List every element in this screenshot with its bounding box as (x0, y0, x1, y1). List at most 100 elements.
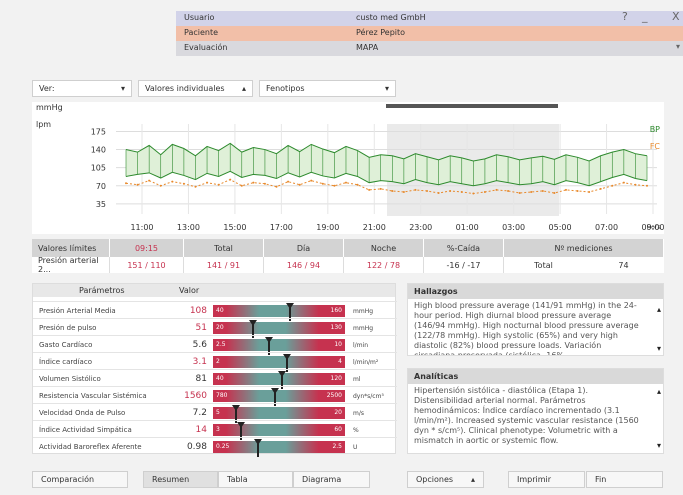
parameter-value: 51 (195, 323, 207, 333)
gauge-marker (237, 422, 246, 440)
parameter-value: 5.6 (192, 340, 207, 350)
x-tick-label: 11:00 (130, 223, 153, 232)
fc-point (252, 181, 255, 184)
parameter-gauge: 40 160 (213, 303, 345, 321)
help-button[interactable]: ? (622, 10, 628, 23)
parameter-value: 1560 (184, 391, 207, 401)
fc-point (472, 192, 475, 195)
diagrama-tab[interactable]: Diagrama (293, 471, 370, 488)
fc-point (622, 181, 625, 184)
fc-point (553, 192, 556, 195)
gauge-min: 2 (216, 358, 220, 365)
limits-day-header: Día (264, 239, 344, 257)
unit-label-mmhg: mmHg (36, 103, 63, 112)
parameter-gauge: 20 130 (213, 320, 345, 338)
limits-row-day: 146 / 94 (264, 257, 344, 273)
gauge-marker (278, 371, 287, 389)
evaluation-key: Evaluación (184, 43, 228, 52)
fc-point (136, 183, 139, 186)
parameter-gauge: 40 120 (213, 371, 345, 389)
gauge-min: 780 (216, 392, 228, 399)
fc-point (171, 180, 174, 183)
gauge-marker (248, 320, 257, 338)
phenotype-label: Fenotipos (266, 84, 305, 93)
analytics-text: Hipertensión sistólica - diastólica (Eta… (414, 386, 639, 445)
gauge-max: 130 (330, 324, 342, 331)
x-tick-label: 15:00 (223, 223, 246, 232)
gauge-marker (285, 303, 294, 321)
header-row-user: Usuario custo med GmbH (176, 11, 683, 26)
findings-scroll-up-icon[interactable]: ▴ (657, 305, 661, 314)
fc-point (368, 188, 371, 191)
findings-text: High blood pressure average (141/91 mmHg… (414, 301, 639, 355)
parameter-value: 0.98 (186, 442, 207, 452)
fc-point (402, 190, 405, 193)
parameter-unit: mmHg (353, 324, 374, 332)
night-range-bar (386, 104, 558, 108)
fc-point (333, 184, 336, 187)
fc-point (263, 182, 266, 185)
fc-point (588, 190, 591, 193)
gauge-min: 20 (216, 324, 224, 331)
analytics-title: Analíticas (408, 369, 663, 384)
parameter-name: Índice cardíaco (39, 358, 92, 366)
gauge-marker (265, 337, 274, 355)
limits-data-row: Presión arterial 2... 151 / 110 141 / 91… (32, 256, 664, 274)
limits-row-value: 151 / 110 (110, 257, 184, 273)
x-unit-label: Hora (647, 224, 662, 231)
fc-point (518, 192, 521, 195)
parameter-name: Resistencia Vascular Sistémica (39, 392, 147, 400)
bp-chart[interactable]: mmHg lpm 175 140 105 70 35 11:00 13:00 15:00 17:00… (32, 102, 665, 234)
fc-point (646, 184, 648, 187)
analytics-scroll-up-icon[interactable]: ▴ (657, 387, 661, 396)
parameter-gauge: 0.25 2.5 (213, 439, 345, 457)
analytics-scroll-down-icon[interactable]: ▾ (657, 441, 661, 450)
parameter-value: 14 (195, 425, 207, 435)
opciones-button[interactable]: Opciones ▴ (407, 471, 484, 488)
parameters-panel: Parámetros Valor Presión Arterial Media 1… (32, 283, 397, 457)
parameter-name: Presión Arterial Media (39, 307, 116, 315)
close-button[interactable]: X (672, 10, 680, 23)
fc-point (125, 182, 127, 185)
x-tick-label: 23:00 (409, 223, 432, 232)
imprimir-button[interactable]: Imprimir (508, 471, 585, 488)
parameter-value: 3.1 (192, 357, 207, 367)
fc-point (194, 185, 197, 188)
findings-scroll-down-icon[interactable]: ▾ (657, 344, 661, 353)
legend-bp: BP (650, 125, 660, 134)
parameter-value: 7.2 (192, 408, 207, 418)
fc-point (611, 184, 614, 187)
findings-panel: Hallazgos High blood pressure average (1… (407, 283, 664, 356)
comparacion-button[interactable]: Comparación (32, 471, 128, 488)
minimize-button[interactable]: _ (642, 10, 648, 23)
fc-point (159, 184, 162, 187)
phenotype-dropdown[interactable]: Fenotipos ▾ (259, 80, 396, 97)
ver-dropdown[interactable]: Ver: ▾ (32, 80, 132, 97)
ver-arrow-icon: ▾ (120, 84, 125, 93)
fc-point (148, 179, 151, 182)
limits-row-count: 74 (584, 257, 664, 273)
fc-point (321, 182, 324, 185)
parameter-unit: m/s (353, 409, 364, 417)
fc-point (356, 183, 359, 186)
parameter-name: Volumen Sistólico (39, 375, 101, 383)
fin-button[interactable]: Fin (586, 471, 663, 488)
parameter-unit: U (353, 443, 358, 451)
gauge-max: 160 (330, 307, 342, 314)
fc-point (599, 187, 602, 190)
fc-point (460, 190, 463, 193)
evaluation-dropdown-icon[interactable]: ▾ (676, 42, 680, 51)
parameter-name: Presión de pulso (39, 324, 97, 332)
parameter-value: 81 (195, 374, 207, 384)
limits-row-total: 141 / 91 (184, 257, 264, 273)
limits-row-drop: -16 / -17 (424, 257, 504, 273)
resumen-tab[interactable]: Resumen (143, 471, 218, 488)
parameter-unit: l/min (353, 341, 369, 349)
fc-point (414, 188, 417, 191)
parameter-unit: % (353, 426, 359, 434)
limits-time: 09:15 (110, 239, 184, 257)
x-tick-label: 13:00 (177, 223, 200, 232)
values-mode-dropdown[interactable]: Valores individuales ▴ (138, 80, 253, 97)
patient-value: Pérez Pepito (356, 28, 406, 37)
tabla-tab[interactable]: Tabla (218, 471, 293, 488)
